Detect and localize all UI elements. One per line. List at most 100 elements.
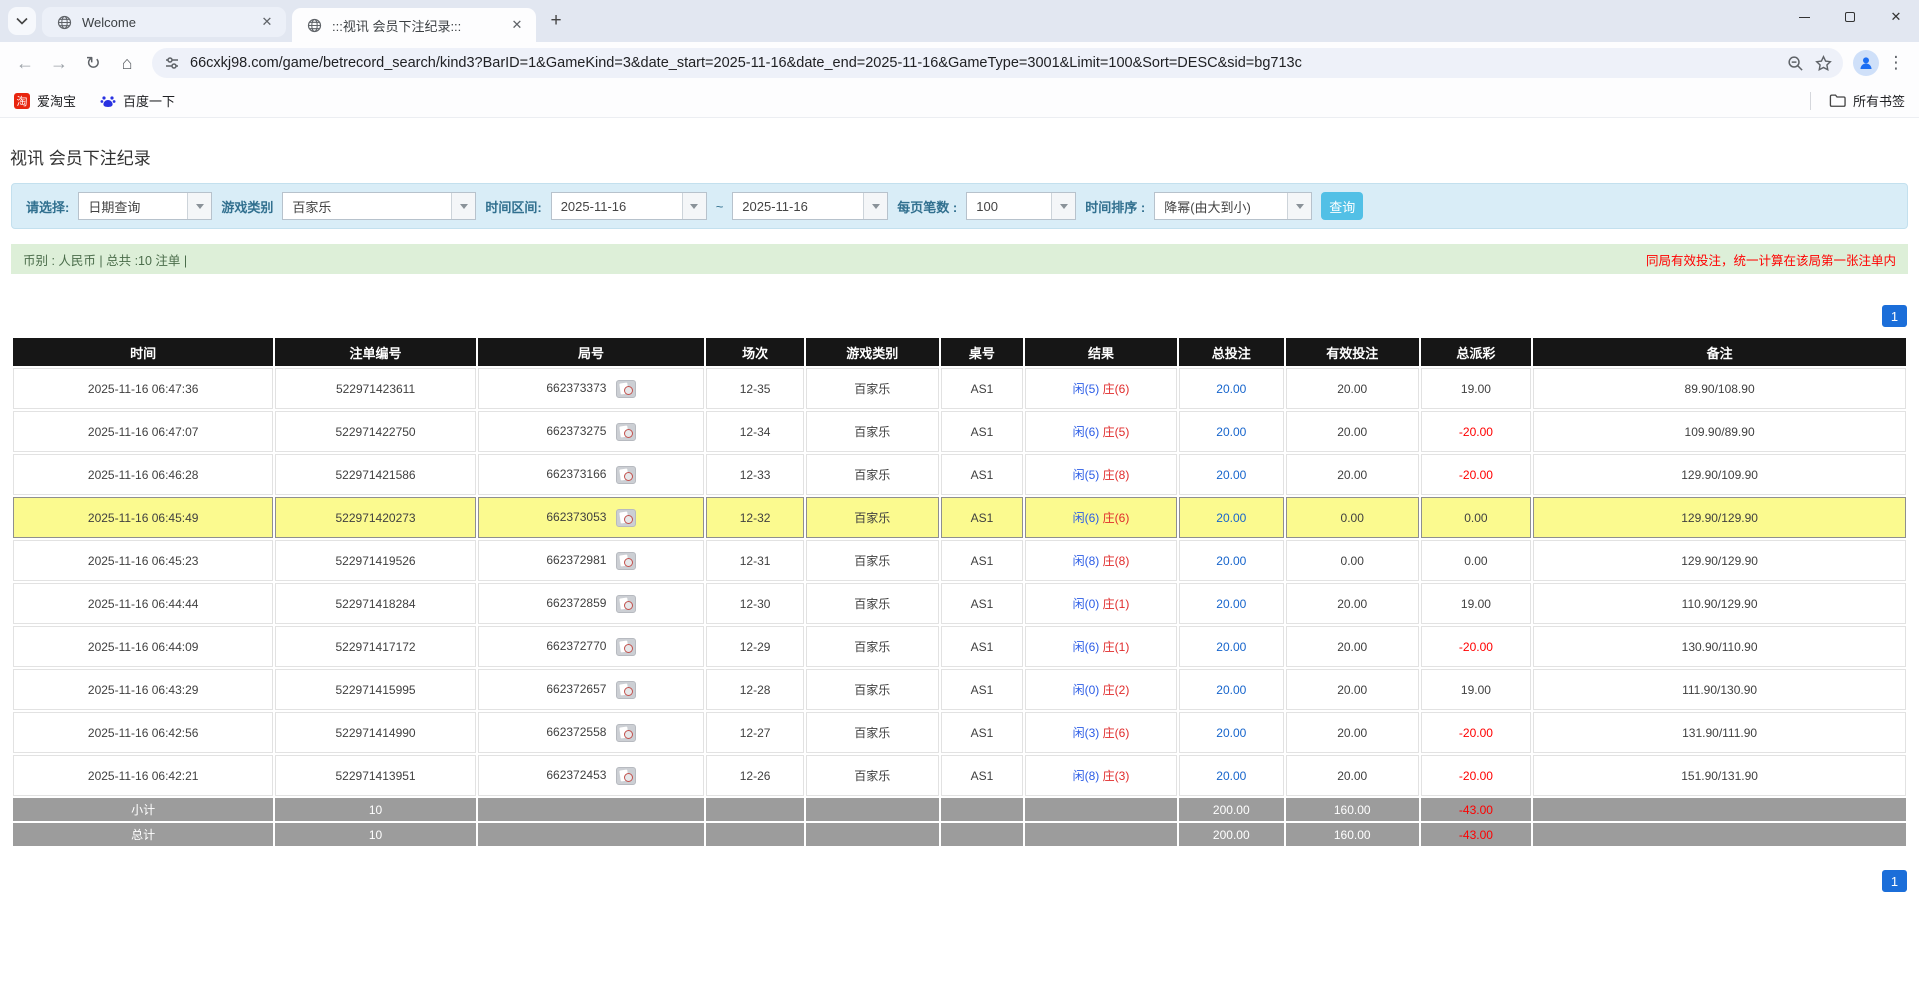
url-bar[interactable]: 66cxkj98.com/game/betrecord_search/kind3… — [152, 48, 1843, 78]
total-bet-link[interactable]: 20.00 — [1216, 511, 1246, 525]
table-row[interactable]: 2025-11-16 06:47:36522971423611662373373… — [13, 368, 1906, 409]
zoom-out-icon[interactable] — [1785, 53, 1805, 73]
new-tab-button[interactable]: + — [542, 7, 570, 35]
chevron-down-icon[interactable] — [1287, 193, 1311, 219]
result-banker: 庄(8) — [1103, 468, 1130, 482]
sort-select[interactable]: 降幂(由大到小) — [1154, 192, 1312, 220]
browser-toolbar: ← → ↻ ⌂ 66cxkj98.com/game/betrecord_sear… — [0, 42, 1919, 84]
total-bet-cell[interactable]: 20.00 — [1179, 712, 1284, 753]
reload-button[interactable]: ↻ — [78, 48, 108, 78]
bookmark-star-icon[interactable] — [1813, 53, 1833, 73]
tab-welcome[interactable]: Welcome ✕ — [42, 7, 286, 37]
footer-empty-cell — [1533, 823, 1906, 846]
result-cell: 闲(6) 庄(1) — [1025, 626, 1177, 667]
round-record-icon[interactable] — [616, 509, 636, 527]
forward-button[interactable]: → — [44, 48, 74, 78]
url-text[interactable]: 66cxkj98.com/game/betrecord_search/kind3… — [190, 55, 1777, 71]
bet-id-cell: 522971419526 — [275, 540, 475, 581]
profile-avatar[interactable] — [1853, 50, 1879, 76]
query-type-select[interactable]: 日期查询 — [78, 192, 212, 220]
sort-label: 时间排序 : — [1085, 197, 1145, 216]
round-record-icon[interactable] — [616, 681, 636, 699]
round-cell: 662372859 — [478, 583, 705, 624]
table-row[interactable]: 2025-11-16 06:42:21522971413951662372453… — [13, 755, 1906, 796]
all-bookmarks-button[interactable]: 所有书签 — [1829, 91, 1905, 110]
total-bet-cell[interactable]: 20.00 — [1179, 755, 1284, 796]
round-record-icon[interactable] — [616, 466, 636, 484]
total-bet-link[interactable]: 20.00 — [1216, 597, 1246, 611]
window-maximize-button[interactable] — [1827, 0, 1873, 34]
payout-cell: 19.00 — [1421, 669, 1532, 710]
site-settings-icon[interactable] — [162, 53, 182, 73]
valid-bet-note: 同局有效投注，统一计算在该局第一张注单内 — [1646, 250, 1896, 269]
round-record-icon[interactable] — [616, 767, 636, 785]
baidu-icon — [100, 93, 116, 109]
table-row[interactable]: 2025-11-16 06:44:09522971417172662372770… — [13, 626, 1906, 667]
total-bet-link[interactable]: 20.00 — [1216, 554, 1246, 568]
date-start-select[interactable]: 2025-11-16 — [551, 192, 707, 220]
page-size-select[interactable]: 100 — [966, 192, 1076, 220]
valid-bet-cell: 20.00 — [1286, 626, 1419, 667]
window-close-button[interactable]: ✕ — [1873, 0, 1919, 34]
round-record-icon[interactable] — [616, 724, 636, 742]
round-cell: 662372657 — [478, 669, 705, 710]
browser-menu-button[interactable]: ⋮ — [1883, 53, 1909, 73]
round-cell: 662373053 — [478, 497, 705, 538]
total-bet-cell[interactable]: 20.00 — [1179, 411, 1284, 452]
window-minimize-button[interactable] — [1781, 0, 1827, 34]
range-separator: ~ — [716, 199, 724, 214]
page-1-button[interactable]: 1 — [1882, 870, 1907, 892]
currency-total-text: 币别 : 人民币 | 总共 :10 注单 | — [23, 250, 187, 269]
total-bet-link[interactable]: 20.00 — [1216, 769, 1246, 783]
tab-close-icon[interactable]: ✕ — [258, 13, 276, 31]
total-bet-cell[interactable]: 20.00 — [1179, 497, 1284, 538]
total-bet-cell[interactable]: 20.00 — [1179, 368, 1284, 409]
footer-empty-cell — [478, 798, 705, 821]
total-bet-cell[interactable]: 20.00 — [1179, 669, 1284, 710]
bookmark-baidu[interactable]: 百度一下 — [100, 91, 175, 110]
total-bet-cell[interactable]: 20.00 — [1179, 540, 1284, 581]
result-cell: 闲(0) 庄(2) — [1025, 669, 1177, 710]
taobao-icon: 淘 — [14, 93, 30, 109]
footer-empty-cell — [941, 823, 1023, 846]
round-record-icon[interactable] — [616, 423, 636, 441]
total-bet-link[interactable]: 20.00 — [1216, 683, 1246, 697]
total-bet-link[interactable]: 20.00 — [1216, 425, 1246, 439]
total-bet-link[interactable]: 20.00 — [1216, 468, 1246, 482]
round-record-icon[interactable] — [616, 595, 636, 613]
table-row[interactable]: 2025-11-16 06:42:56522971414990662372558… — [13, 712, 1906, 753]
table-row[interactable]: 2025-11-16 06:43:29522971415995662372657… — [13, 669, 1906, 710]
date-end-select[interactable]: 2025-11-16 — [732, 192, 888, 220]
game-type-select[interactable]: 百家乐 — [282, 192, 476, 220]
total-bet-link[interactable]: 20.00 — [1216, 382, 1246, 396]
home-button[interactable]: ⌂ — [112, 48, 142, 78]
chevron-down-icon[interactable] — [863, 193, 887, 219]
round-record-icon[interactable] — [616, 380, 636, 398]
chevron-down-icon[interactable] — [187, 193, 211, 219]
total-bet-cell[interactable]: 20.00 — [1179, 626, 1284, 667]
globe-favicon-icon — [304, 15, 324, 35]
footer-count-cell: 10 — [275, 823, 475, 846]
table-row[interactable]: 2025-11-16 06:46:28522971421586662373166… — [13, 454, 1906, 495]
total-bet-link[interactable]: 20.00 — [1216, 726, 1246, 740]
total-bet-cell[interactable]: 20.00 — [1179, 454, 1284, 495]
total-bet-cell[interactable]: 20.00 — [1179, 583, 1284, 624]
search-button[interactable]: 查询 — [1321, 192, 1363, 220]
tab-search-button[interactable] — [8, 7, 36, 35]
total-bet-link[interactable]: 20.00 — [1216, 640, 1246, 654]
round-record-icon[interactable] — [616, 638, 636, 656]
table-row[interactable]: 2025-11-16 06:44:44522971418284662372859… — [13, 583, 1906, 624]
tab-betrecord[interactable]: :::视讯 会员下注纪录::: ✕ — [292, 8, 536, 42]
bookmark-taobao[interactable]: 淘 爱淘宝 — [14, 91, 76, 110]
chevron-down-icon[interactable] — [1051, 193, 1075, 219]
maximize-icon — [1845, 12, 1855, 22]
chevron-down-icon[interactable] — [451, 193, 475, 219]
tab-close-icon[interactable]: ✕ — [508, 16, 526, 34]
table-row[interactable]: 2025-11-16 06:45:23522971419526662372981… — [13, 540, 1906, 581]
round-record-icon[interactable] — [616, 552, 636, 570]
table-row[interactable]: 2025-11-16 06:45:49522971420273662373053… — [13, 497, 1906, 538]
table-row[interactable]: 2025-11-16 06:47:07522971422750662373275… — [13, 411, 1906, 452]
back-button[interactable]: ← — [10, 48, 40, 78]
page-1-button[interactable]: 1 — [1882, 305, 1907, 327]
chevron-down-icon[interactable] — [682, 193, 706, 219]
